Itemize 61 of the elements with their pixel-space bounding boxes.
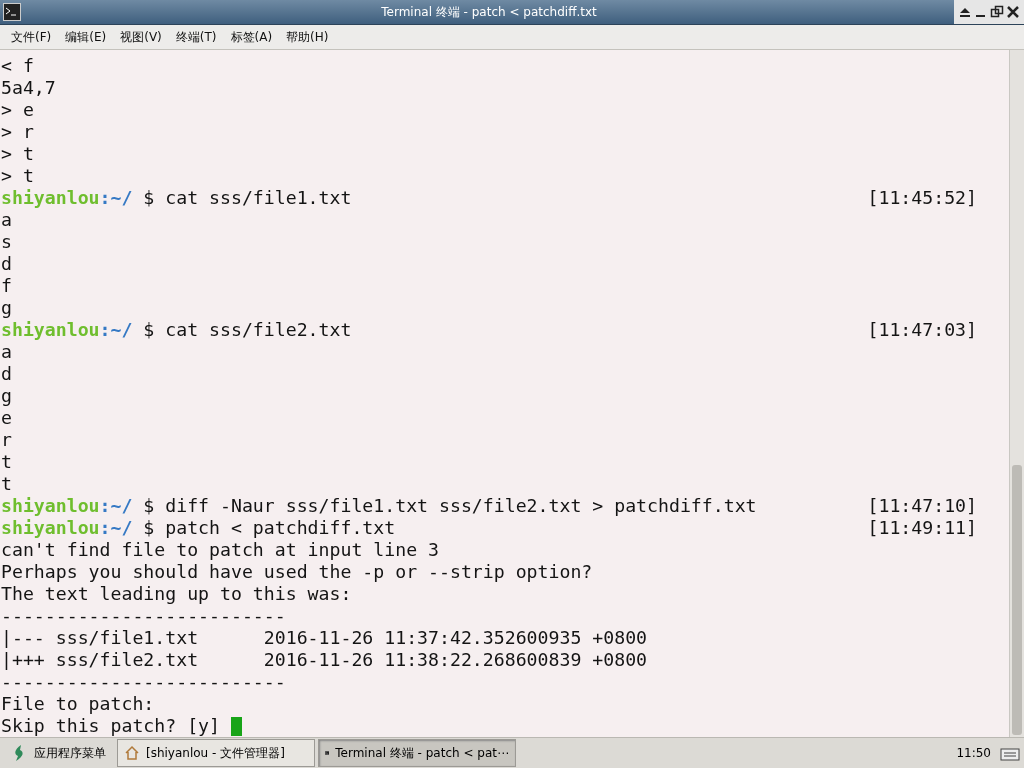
- output-line: d: [1, 363, 12, 385]
- start-menu-button[interactable]: 应用程序菜单: [4, 740, 114, 766]
- output-line: can't find file to patch at input line 3: [1, 539, 439, 561]
- output-line: |--- sss/file1.txt 2016-11-26 11:37:42.352600935 +0800: [1, 627, 648, 649]
- output-line: --------------------------: [1, 671, 286, 693]
- output-line: t: [1, 451, 12, 473]
- window-title: Terminal 终端 - patch < patchdiff.txt: [380, 3, 598, 21]
- menu-item[interactable]: 终端(T): [170, 26, 222, 48]
- scrollbar[interactable]: [1009, 50, 1024, 737]
- input-prompt: Skip this patch? [y]: [1, 715, 220, 737]
- taskbar-window-button[interactable]: [shiyanlou - 文件管理器]: [117, 739, 315, 767]
- prompt-user: shiyanlou: [1, 517, 100, 539]
- output-line: s: [1, 231, 12, 253]
- scrollbar-thumb[interactable]: [1012, 465, 1022, 735]
- prompt-path: :~/: [99, 495, 133, 517]
- output-line: f: [1, 275, 12, 297]
- prompt-path: :~/: [99, 187, 133, 209]
- output-line: > r: [1, 121, 34, 143]
- menu-item[interactable]: 帮助(H): [281, 26, 334, 48]
- output-line: Perhaps you should have used the -p or --strip option?: [1, 561, 593, 583]
- output-line: < f: [1, 55, 34, 77]
- menu-item[interactable]: 文件(F): [6, 26, 57, 48]
- output-line: r: [1, 429, 12, 451]
- prompt-user: shiyanlou: [1, 187, 100, 209]
- output-line: d: [1, 253, 12, 275]
- home-icon: [124, 745, 140, 761]
- menu-item[interactable]: 编辑(E): [60, 26, 112, 48]
- output-line: |+++ sss/file2.txt 2016-11-26 11:38:22.268600839 +0800: [1, 649, 648, 671]
- output-line: > e: [1, 99, 34, 121]
- menu-item[interactable]: 标签(A): [225, 26, 278, 48]
- command-text: $ diff -Naur sss/file1.txt sss/file2.txt > patchdiff.txt: [142, 495, 757, 517]
- output-line: g: [1, 297, 12, 319]
- output-line: The text leading up to this was:: [1, 583, 352, 605]
- prompt-path: :~/: [99, 517, 133, 539]
- output-line: a: [1, 341, 12, 363]
- shade-icon[interactable]: [958, 5, 972, 19]
- output-line: t: [1, 473, 12, 495]
- command-text: $ cat sss/file1.txt: [142, 187, 352, 209]
- output-line: > t: [1, 165, 34, 187]
- output-line: > t: [1, 143, 34, 165]
- text-cursor: [231, 717, 242, 736]
- prompt-user: shiyanlou: [1, 495, 100, 517]
- command-text: $ cat sss/file2.txt: [142, 319, 352, 341]
- output-line: 5a4,7: [1, 77, 56, 99]
- timestamp: [11:47:03]: [867, 319, 977, 341]
- prompt-user: shiyanlou: [1, 319, 100, 341]
- menu-item[interactable]: 视图(V): [115, 26, 167, 48]
- prompt-path: :~/: [99, 319, 133, 341]
- timestamp: [11:47:10]: [867, 495, 977, 517]
- timestamp: [11:49:11]: [867, 517, 977, 539]
- clock: 11:50: [956, 746, 992, 760]
- close-icon[interactable]: [1006, 5, 1020, 19]
- output-line: --------------------------: [1, 605, 286, 627]
- output-line: g: [1, 385, 12, 407]
- taskbar-window-button[interactable]: Terminal 终端 - patch < pat⋯: [318, 739, 516, 767]
- output-line: File to patch:: [1, 693, 155, 715]
- timestamp: [11:45:52]: [867, 187, 977, 209]
- output-line: e: [1, 407, 12, 429]
- maximize-icon[interactable]: [990, 5, 1004, 19]
- output-line: a: [1, 209, 12, 231]
- command-text: $ patch < patchdiff.txt: [142, 517, 396, 539]
